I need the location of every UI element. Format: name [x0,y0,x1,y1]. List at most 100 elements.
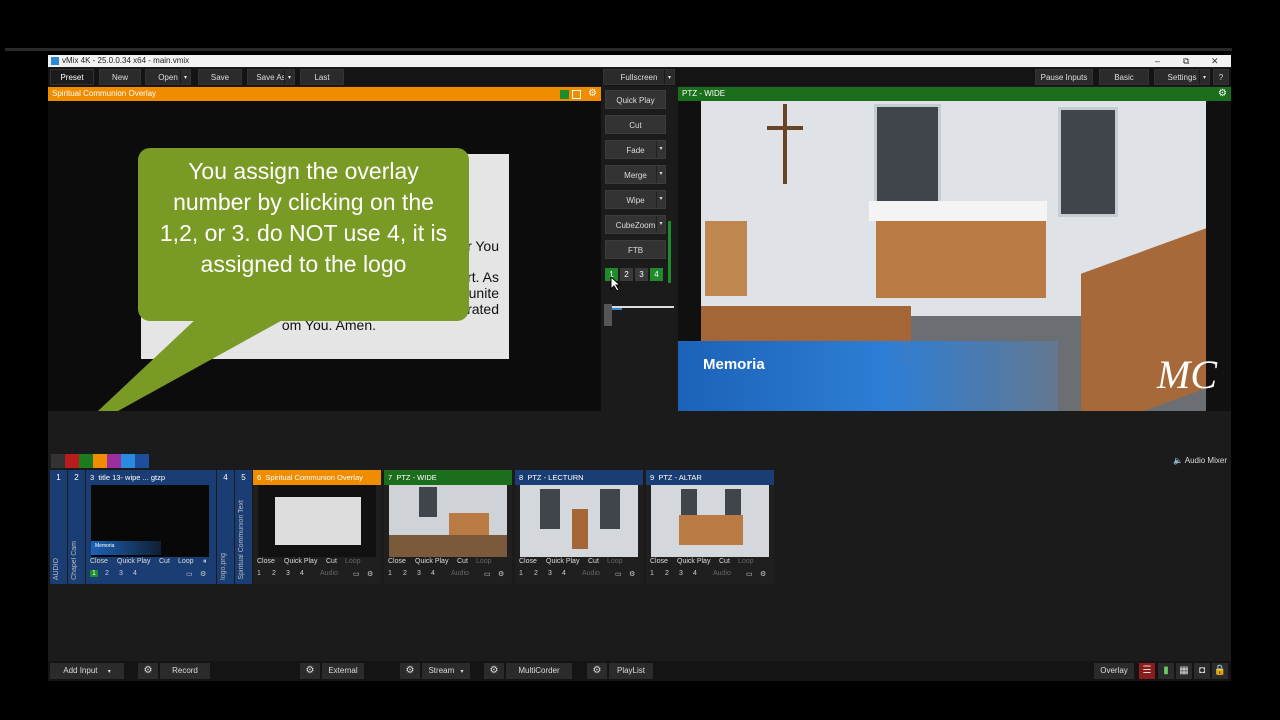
loop-button[interactable]: Loop [178,558,194,565]
quick-play-button[interactable]: Quick Play [605,90,666,109]
overlay-1-button[interactable]: 1 [388,570,392,577]
gear-icon[interactable]: ⚙ [200,570,206,578]
grid-icon[interactable]: ▦ [1176,663,1192,679]
close-button[interactable]: Close [650,558,668,565]
color-swatch[interactable] [135,454,149,468]
chevron-down-icon[interactable]: ▾ [656,166,665,183]
save-as-button[interactable]: Save As ▾ [247,69,295,85]
preset-button[interactable]: Preset [50,69,94,85]
monitor-icon[interactable]: ▭ [484,570,491,578]
overlay-4-button[interactable]: 4 [650,268,663,281]
fade-button[interactable]: Fade ▾ [605,140,666,159]
t-bar-handle[interactable] [604,304,612,326]
stream-button[interactable]: Stream ▾ [422,663,470,679]
close-button[interactable]: Close [519,558,537,565]
audio-button[interactable]: Audio [451,570,469,577]
audio-mixer-button[interactable]: 🔈 Audio Mixer [1173,456,1227,465]
cut-button[interactable]: Cut [588,558,599,565]
overlay-3-button[interactable]: 3 [635,268,648,281]
wipe-button[interactable]: Wipe ▾ [605,190,666,209]
chevron-down-icon[interactable]: ▾ [656,141,665,158]
playlist-button[interactable]: PlayList [609,663,653,679]
color-swatch[interactable] [121,454,135,468]
cut-button[interactable]: Cut [457,558,468,565]
input-tile-3[interactable]: 3 title 13- wipe ... gtzp Memoria Close … [86,470,216,584]
gear-icon[interactable]: ⚙ [138,663,158,679]
open-button[interactable]: Open ▾ [145,69,191,85]
gear-icon[interactable]: ⚙ [300,663,320,679]
fullscreen-button[interactable]: Fullscreen ▾ [603,69,675,85]
input-tile-7[interactable]: 7 PTZ - WIDE Close Quick Play Cut Loop 1… [384,470,512,584]
color-swatch[interactable] [65,454,79,468]
input-strip[interactable]: 2 Chapel Cam [68,470,85,584]
gear-icon[interactable]: ⚙ [1218,89,1227,99]
multicorder-button[interactable]: MultiCorder [506,663,572,679]
loop-button[interactable]: Loop [476,558,492,565]
pause-inputs-button[interactable]: Pause Inputs [1035,69,1093,85]
close-button[interactable]: Close [90,558,108,565]
list-icon[interactable]: ☰ [1139,663,1155,679]
overlay-2-button[interactable]: 2 [403,570,407,577]
merge-button[interactable]: Merge ▾ [605,165,666,184]
color-swatch[interactable] [107,454,121,468]
cut-button[interactable]: Cut [326,558,337,565]
gear-icon[interactable]: ⚙ [367,570,373,578]
new-button[interactable]: New [99,69,141,85]
overlay-4-button[interactable]: 4 [562,570,566,577]
chevron-down-icon[interactable]: ▾ [108,669,111,675]
overlay-2-button[interactable]: 2 [665,570,669,577]
input-strip[interactable]: 5 Spiritual Communion Text [235,470,252,584]
input-tile-8[interactable]: 8 PTZ - LECTURN Close Quick Play Cut Loo… [515,470,643,584]
camera-icon[interactable]: ◘ [1194,663,1210,679]
maximize-button[interactable]: ⧉ [1183,55,1189,67]
overlay-2-button[interactable]: 2 [534,570,538,577]
help-button[interactable]: ? [1213,69,1229,85]
color-swatch[interactable] [79,454,93,468]
overlay-button[interactable]: Overlay [1094,663,1134,679]
audio-button[interactable]: Audio [713,570,731,577]
chevron-down-icon[interactable]: ▾ [180,70,190,84]
gear-icon[interactable]: ⚙ [400,663,420,679]
chevron-down-icon[interactable]: ▾ [656,191,665,208]
quick-play-button[interactable]: Quick Play [546,558,579,565]
monitor-icon[interactable]: ▭ [746,570,753,578]
overlay-2-button[interactable]: 2 [272,570,276,577]
overlay-3-button[interactable]: 3 [548,570,552,577]
chevron-down-icon[interactable]: ▾ [284,70,294,84]
quick-play-button[interactable]: Quick Play [677,558,710,565]
overlay-3-button[interactable]: 3 [417,570,421,577]
close-window-button[interactable]: ✕ [1211,55,1219,67]
overlay-1-button[interactable]: 1 [90,570,98,577]
bar-chart-icon[interactable]: ▮ [1158,663,1174,679]
loop-button[interactable]: Loop [607,558,623,565]
gear-icon[interactable]: ⚙ [760,570,766,578]
minimize-button[interactable]: – [1155,55,1160,67]
overlay-4-button[interactable]: 4 [431,570,435,577]
chevron-down-icon[interactable]: ▾ [461,669,464,675]
overlay-3-button[interactable]: 3 [679,570,683,577]
overlay-1-button[interactable]: 1 [650,570,654,577]
color-swatch[interactable] [51,454,65,468]
input-strip[interactable]: 4 logo.png [217,470,234,584]
audio-button[interactable]: Audio [320,570,338,577]
window-icon[interactable] [572,90,581,99]
overlay-1-button[interactable]: 1 [257,570,261,577]
settings-button[interactable]: Settings ▾ [1154,69,1210,85]
loop-button[interactable]: Loop [738,558,754,565]
close-button[interactable]: Close [388,558,406,565]
record-button[interactable]: Record [160,663,210,679]
cut-button[interactable]: Cut [159,558,170,565]
quick-play-button[interactable]: Quick Play [117,558,150,565]
gear-icon[interactable]: ⚙ [629,570,635,578]
save-button[interactable]: Save [198,69,242,85]
close-button[interactable]: Close [257,558,275,565]
chevron-down-icon[interactable]: ▾ [656,216,665,233]
gear-icon[interactable]: ⚙ [588,89,597,99]
external-button[interactable]: External [322,663,364,679]
green-status-icon[interactable] [560,90,569,99]
lock-icon[interactable]: 🔒 [1212,663,1228,679]
quick-play-button[interactable]: Quick Play [415,558,448,565]
add-input-button[interactable]: Add Input ▾ [50,663,124,679]
color-swatch[interactable] [93,454,107,468]
overlay-4-button[interactable]: 4 [693,570,697,577]
